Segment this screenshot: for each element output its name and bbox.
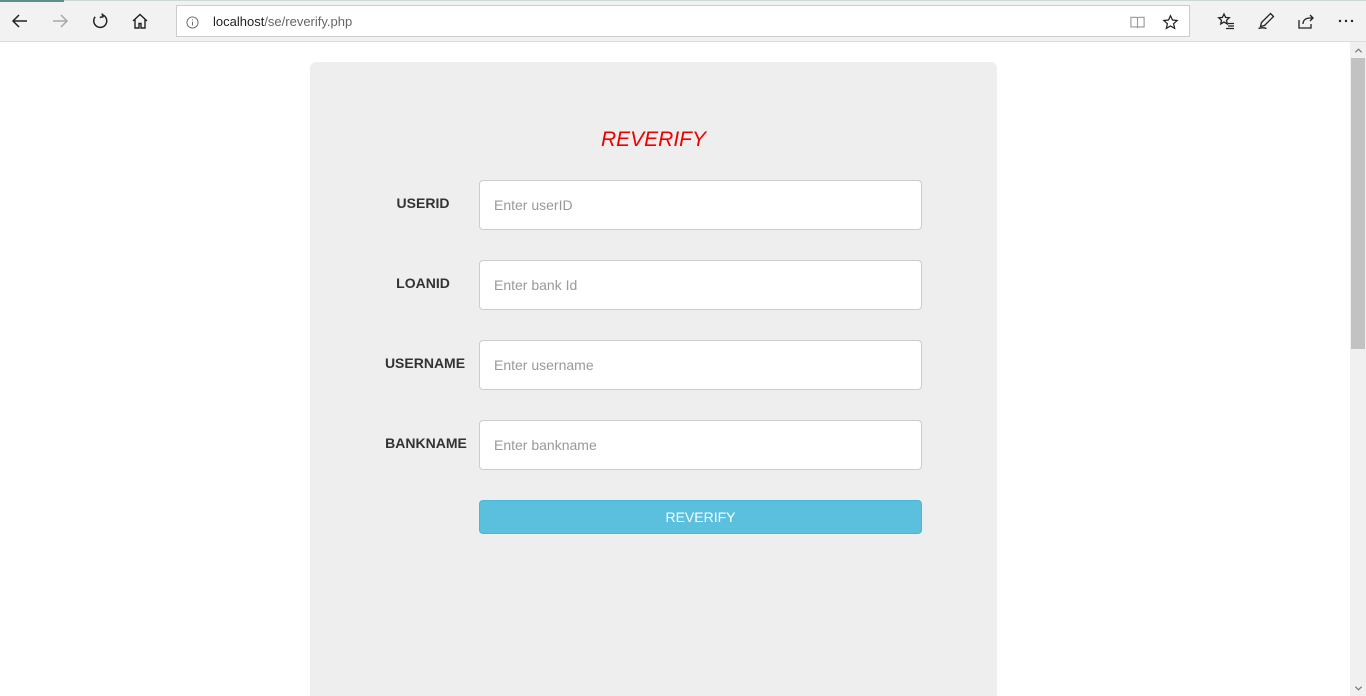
userid-input[interactable] [479,180,922,230]
favorites-button[interactable] [1210,6,1242,36]
pen-icon [1258,12,1275,30]
page-viewport: REVERIFY USERID LOANID USERNAME BANKNAME… [0,42,1350,696]
back-button[interactable] [4,6,36,36]
refresh-icon [93,13,108,29]
scrollbar-thumb[interactable] [1351,58,1365,349]
browser-toolbar: localhost/se/reverify.php [0,0,1366,42]
bankname-label: BANKNAME [385,435,467,451]
reverify-button[interactable]: REVERIFY [479,500,922,534]
username-label: USERNAME [384,355,466,371]
bankname-input[interactable] [479,420,922,470]
url-host: localhost [213,14,265,29]
reverify-form-card: REVERIFY USERID LOANID USERNAME BANKNAME… [310,62,997,696]
username-input[interactable] [479,340,922,390]
back-arrow-icon [11,14,27,28]
scroll-up-arrow-icon[interactable] [1350,42,1366,58]
address-bar[interactable]: localhost/se/reverify.php [176,5,1190,37]
refresh-button[interactable] [84,6,116,36]
favorites-list-icon [1217,12,1234,30]
star-icon[interactable] [1159,12,1181,32]
more-button[interactable] [1330,6,1362,36]
reading-view-icon[interactable] [1127,13,1147,31]
tab-strip-line [64,0,1366,1]
userid-label: USERID [396,195,450,211]
url-path: /se/reverify.php [264,14,353,29]
home-icon [132,13,148,29]
form-title: REVERIFY [600,128,707,151]
url-text[interactable]: localhost/se/reverify.php [213,14,352,30]
forward-arrow-icon [53,14,69,28]
forward-button[interactable] [44,6,76,36]
share-button[interactable] [1290,6,1322,36]
active-tab-indicator [0,0,64,2]
home-button[interactable] [124,6,156,36]
share-icon [1298,14,1314,29]
loanid-label: LOANID [396,275,450,291]
notes-button[interactable] [1250,6,1282,36]
tab-strip [0,0,1366,2]
info-icon[interactable] [184,14,200,30]
more-dots-icon [1338,19,1354,23]
vertical-scrollbar[interactable] [1350,42,1366,696]
loanid-input[interactable] [479,260,922,310]
scroll-down-arrow-icon[interactable] [1350,680,1366,696]
